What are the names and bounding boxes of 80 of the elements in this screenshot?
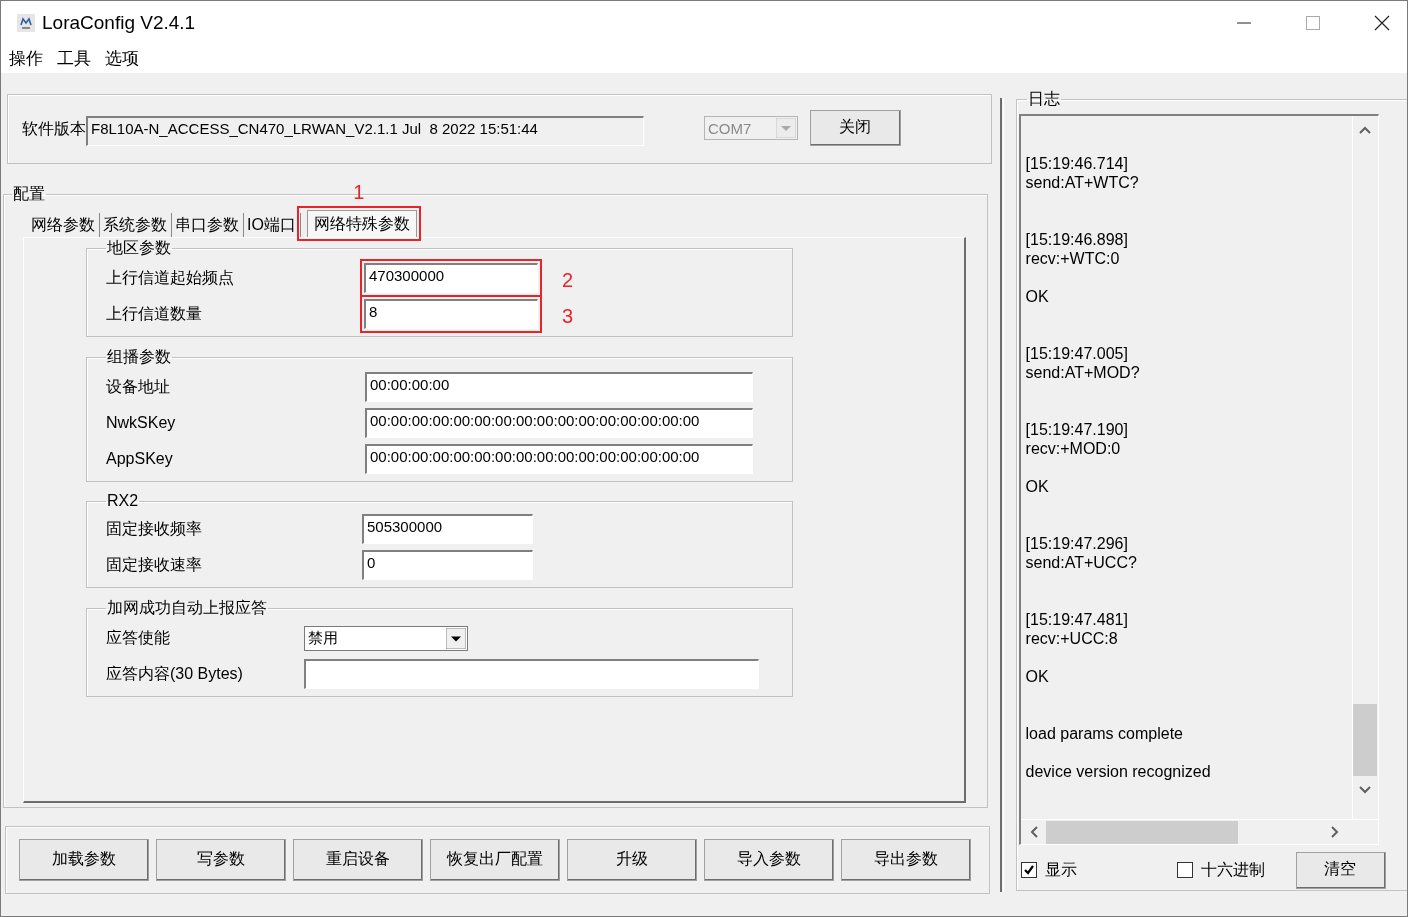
- field-label: NwkSKey: [106, 414, 177, 432]
- annotation-number: 1: [353, 182, 365, 202]
- app-icon: [16, 12, 36, 33]
- scrollbar-thumb[interactable]: [1045, 820, 1238, 844]
- log-status: OK: [1025, 287, 1050, 306]
- tab[interactable]: 系统参数: [100, 213, 172, 237]
- action-button[interactable]: 导入参数: [704, 839, 834, 881]
- action-button[interactable]: 加载参数: [19, 839, 149, 881]
- checkbox[interactable]: [1020, 862, 1037, 878]
- log-line: device version recognized: [1025, 762, 1212, 781]
- log-line: load params complete: [1025, 724, 1184, 743]
- panel-title: 配置: [12, 184, 46, 204]
- panel-title: 日志: [1026, 89, 1061, 109]
- group-title: RX2: [106, 492, 140, 510]
- scrollbar-thumb[interactable]: [1353, 704, 1378, 776]
- tab[interactable]: IO端口: [244, 213, 301, 237]
- field-label: 应答使能: [106, 627, 171, 648]
- close-icon[interactable]: [1374, 14, 1390, 31]
- log-line: send:AT+UCC?: [1025, 553, 1138, 572]
- field-label: 设备地址: [106, 376, 171, 397]
- log-status: OK: [1025, 477, 1050, 496]
- field-label: 上行信道起始频点: [106, 267, 235, 288]
- field-label: 固定接收速率: [106, 554, 203, 575]
- scroll-up-icon[interactable]: [1359, 126, 1372, 134]
- checkbox[interactable]: [1176, 862, 1193, 878]
- annotation-number: 3: [562, 306, 574, 326]
- dropdown[interactable]: 禁用: [304, 625, 468, 651]
- action-button[interactable]: 导出参数: [841, 839, 971, 881]
- group-title: 地区参数: [106, 238, 172, 258]
- group-title: 加网成功自动上报应答: [106, 598, 268, 618]
- group-title: 组播参数: [106, 347, 172, 367]
- log-line: recv:+WTC:0: [1025, 249, 1121, 268]
- window-title: LoraConfig V2.4.1: [42, 11, 196, 34]
- action-button[interactable]: 写参数: [156, 839, 286, 881]
- log-line: send:AT+MOD?: [1025, 363, 1141, 382]
- vertical-scrollbar[interactable]: [1351, 116, 1378, 819]
- tab[interactable]: 串口参数: [172, 213, 244, 237]
- tab[interactable]: 网络参数: [28, 213, 100, 237]
- action-button[interactable]: 重启设备: [293, 839, 423, 881]
- field-label: 应答内容(30 Bytes): [106, 663, 244, 684]
- input-field[interactable]: 00:00:00:00:00:00:00:00:00:00:00:00:00:00:00:00: [365, 408, 753, 438]
- menu-item[interactable]: 选项: [105, 47, 139, 70]
- input-field[interactable]: [304, 659, 759, 689]
- log-status: OK: [1025, 667, 1050, 686]
- log-timestamp: [15:19:47.481]: [1025, 610, 1129, 629]
- log-timestamp: [15:19:47.296]: [1025, 534, 1129, 553]
- checkbox-label[interactable]: 十六进制: [1200, 859, 1265, 881]
- input-field[interactable]: 470300000: [364, 263, 538, 293]
- version-field: F8L10A-N_ACCESS_CN470_LRWAN_V2.1.1 Jul 8 2022 15:51:44: [86, 116, 644, 146]
- log-line: recv:+UCC:8: [1025, 629, 1119, 648]
- caret-icon[interactable]: [446, 627, 466, 649]
- log-timestamp: [15:19:46.714]: [1025, 154, 1129, 173]
- tab[interactable]: 网络特殊参数: [306, 210, 417, 237]
- log-line: send:AT+WTC?: [1025, 173, 1140, 192]
- field-label: 软件版本: [22, 118, 86, 139]
- horizontal-scrollbar[interactable]: [1020, 819, 1378, 844]
- checkbox-label[interactable]: 显示: [1044, 859, 1077, 881]
- log-line: recv:+MOD:0: [1025, 439, 1122, 458]
- input-field[interactable]: 0: [362, 550, 533, 580]
- log-timestamp: [15:19:47.190]: [1025, 420, 1129, 439]
- field-label: 固定接收频率: [106, 518, 203, 539]
- close-button[interactable]: 关闭: [810, 110, 901, 146]
- field-label: AppSKey: [106, 450, 174, 468]
- annotation-number: 2: [562, 270, 574, 290]
- log-timestamp: [15:19:47.005]: [1025, 344, 1129, 363]
- clear-button[interactable]: 清空: [1295, 851, 1386, 889]
- field-label: 上行信道数量: [106, 303, 203, 324]
- action-button[interactable]: 升级: [567, 839, 697, 881]
- menu-item[interactable]: 工具: [57, 47, 91, 70]
- action-button[interactable]: 恢复出厂配置: [430, 839, 560, 881]
- menu-item[interactable]: 操作: [9, 47, 43, 70]
- input-field[interactable]: 505300000: [362, 514, 533, 544]
- input-field[interactable]: 00:00:00:00:00:00:00:00:00:00:00:00:00:00:00:00: [365, 444, 753, 474]
- scroll-down-icon[interactable]: [1359, 786, 1372, 794]
- scroll-right-icon[interactable]: [1330, 826, 1339, 838]
- log-timestamp: [15:19:46.898]: [1025, 230, 1129, 249]
- check-icon: [1022, 864, 1035, 876]
- input-field[interactable]: 8: [364, 299, 538, 329]
- scroll-left-icon[interactable]: [1029, 826, 1038, 838]
- input-field[interactable]: 00:00:00:00: [365, 372, 753, 402]
